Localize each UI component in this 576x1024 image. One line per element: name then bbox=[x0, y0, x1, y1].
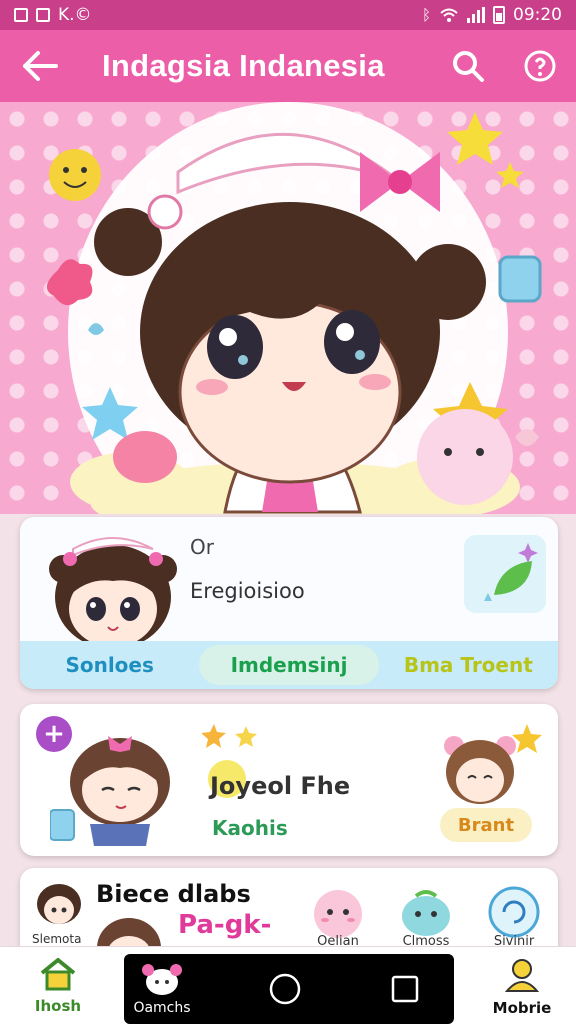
status-time: 09:20 bbox=[513, 5, 562, 25]
chibi-thumbnail-icon bbox=[142, 964, 182, 995]
search-button[interactable] bbox=[432, 30, 504, 102]
signal-icon bbox=[467, 7, 485, 23]
chibi-avatar bbox=[49, 537, 177, 649]
system-navigation-bar: Oamchs bbox=[124, 954, 454, 1024]
status-bar: K.© ᛒ 09:20 bbox=[0, 0, 576, 30]
profile-card[interactable]: Or Eregioisioo Sonloes Imdemsinj Bma Tro… bbox=[20, 517, 558, 689]
peek-girl-illustration bbox=[97, 918, 161, 950]
list-heading: Biece dlabs bbox=[96, 880, 251, 908]
nav-profile-label: Mobrie bbox=[492, 999, 552, 1017]
hero-illustration bbox=[0, 102, 576, 514]
teal-blob-icon bbox=[402, 890, 450, 936]
recents-button[interactable] bbox=[360, 959, 450, 1019]
feature-subheading: Kaohis bbox=[212, 816, 288, 840]
app-notification-icon bbox=[36, 8, 50, 22]
tab-sonloes[interactable]: Sonloes bbox=[20, 641, 199, 689]
info-icon bbox=[524, 50, 556, 82]
nav-chats[interactable]: Oamchs bbox=[124, 959, 200, 1019]
nav-chats-label: Oamchs bbox=[133, 1000, 191, 1016]
pink-cat-icon bbox=[314, 890, 362, 938]
circle-home-icon bbox=[269, 973, 301, 1005]
gallery-notification-icon bbox=[14, 8, 28, 22]
star-icon bbox=[202, 724, 257, 748]
home-icon bbox=[40, 958, 76, 991]
list-pink-text: Pa-gk- bbox=[178, 910, 272, 940]
nav-home[interactable]: Ihosh bbox=[18, 957, 98, 1021]
nav-home-label: Ihosh bbox=[34, 997, 82, 1015]
user-icon bbox=[504, 959, 540, 992]
wifi-icon bbox=[440, 8, 458, 22]
app-bar: Indagsia Indanesia bbox=[0, 30, 576, 102]
status-right: ᛒ 09:20 bbox=[422, 5, 562, 25]
status-left: K.© bbox=[14, 5, 92, 25]
square-recents-icon bbox=[391, 975, 419, 1003]
brant-badge[interactable]: Brant bbox=[440, 808, 532, 842]
nav-profile[interactable]: Mobrie bbox=[482, 957, 562, 1021]
bluetooth-icon: ᛒ bbox=[421, 6, 431, 24]
refresh-circle-icon[interactable] bbox=[484, 882, 544, 942]
sleepy-girl-illustration bbox=[50, 736, 170, 846]
back-button[interactable] bbox=[0, 30, 80, 102]
home-button[interactable] bbox=[240, 959, 330, 1019]
bear-girl-avatar bbox=[444, 736, 516, 804]
profile-line-1: Or bbox=[190, 535, 214, 559]
feature-heading: Joyeol Fhe bbox=[210, 772, 351, 800]
tab-imdemsinj[interactable]: Imdemsinj bbox=[199, 645, 379, 685]
chibi-girl-illustration bbox=[46, 102, 542, 514]
tab-bma-troent[interactable]: Bma Troent bbox=[379, 641, 558, 689]
leaf-icon bbox=[484, 543, 538, 601]
profile-tabs: Sonloes Imdemsinj Bma Troent bbox=[20, 641, 558, 689]
battery-icon bbox=[493, 6, 505, 24]
back-arrow-icon bbox=[23, 51, 58, 81]
avatar-label: Slemota bbox=[32, 932, 82, 946]
search-icon bbox=[453, 51, 484, 82]
status-left-text: K.© bbox=[58, 5, 92, 25]
small-avatar bbox=[37, 884, 81, 924]
profile-line-2: Eregioisioo bbox=[190, 579, 305, 603]
info-button[interactable] bbox=[504, 30, 576, 102]
page-title: Indagsia Indanesia bbox=[102, 48, 385, 83]
gold-star-icon bbox=[512, 724, 542, 753]
decor-sticker bbox=[464, 535, 546, 613]
feature-card[interactable]: + Joyeol Fhe Kaohis Brant bbox=[20, 704, 558, 856]
